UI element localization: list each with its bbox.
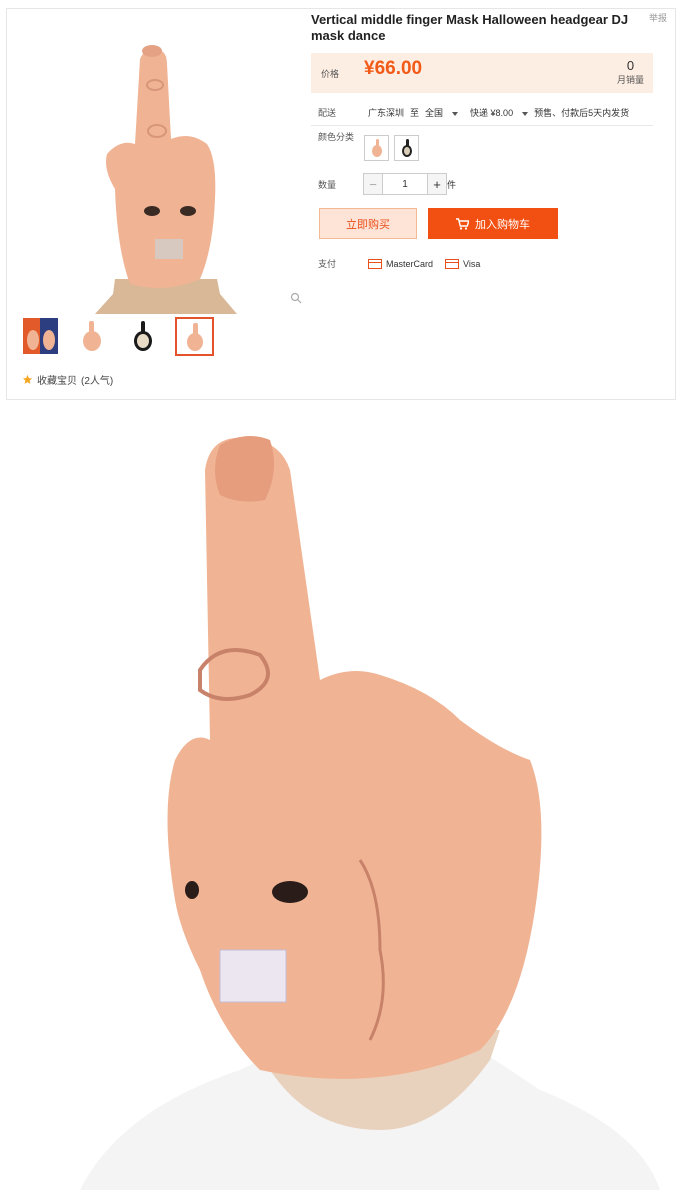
price-label: 价格: [321, 69, 340, 79]
divider: [311, 125, 653, 126]
add-to-cart-button[interactable]: 加入购物车: [428, 208, 558, 239]
shipping-destination-select[interactable]: 全国: [425, 106, 459, 119]
thumbnail-2[interactable]: [73, 317, 110, 355]
buy-now-button[interactable]: 立即购买: [319, 208, 417, 239]
add-to-cart-label: 加入购物车: [475, 218, 530, 231]
quantity-label: 数量: [318, 180, 337, 190]
shipping-to: 至: [410, 108, 420, 118]
shipping-origin: 广东深圳: [368, 108, 405, 118]
shipping-express-select[interactable]: 快递 ¥8.00: [470, 106, 529, 119]
main-product-image[interactable]: [95, 39, 237, 314]
favorite-button[interactable]: 收藏宝贝 (2人气): [22, 372, 113, 387]
price-box: 价格 ¥66.00 0 月销量: [311, 53, 653, 93]
star-icon: [22, 374, 33, 384]
thumbnail-strip: [22, 317, 214, 356]
product-detail-image: [80, 436, 660, 1190]
credit-card-icon: [445, 258, 460, 269]
color-option-black[interactable]: [394, 135, 419, 161]
quantity-increase-button[interactable]: +: [428, 174, 446, 194]
payment-label: 支付: [318, 259, 337, 269]
payment-mastercard[interactable]: MasterCard: [368, 258, 433, 269]
shipping-note: 预售、付款后5天内发货: [534, 108, 630, 118]
chevron-down-icon: [522, 111, 529, 116]
zoom-icon[interactable]: [290, 292, 302, 304]
monthly-sales-label: 月销量: [616, 75, 644, 85]
color-label: 颜色分类: [318, 132, 355, 142]
product-title: Vertical middle finger Mask Halloween he…: [311, 12, 629, 43]
favorite-label: 收藏宝贝: [37, 376, 77, 387]
payment-visa[interactable]: Visa: [445, 258, 480, 269]
thumbnail-1[interactable]: [22, 317, 59, 355]
monthly-sales: 0 月销量: [617, 58, 644, 86]
shipping-label: 配送: [318, 108, 337, 118]
thumbnail-3[interactable]: [124, 317, 161, 355]
quantity-stepper: − 1 +: [363, 173, 447, 195]
color-option-flesh[interactable]: [364, 135, 389, 161]
color-options: [364, 135, 419, 161]
quantity-decrease-button[interactable]: −: [364, 174, 382, 194]
quantity-unit: 件: [447, 180, 457, 190]
payment-row: 支付 MasterCard Visa: [318, 257, 492, 270]
shipping-row: 配送 广东深圳 至 全国 快递 ¥8.00 预售、付款后5天内发货: [318, 106, 654, 119]
cart-icon: [456, 217, 469, 230]
thumbnail-4-selected[interactable]: [175, 317, 214, 356]
quantity-input[interactable]: 1: [382, 174, 428, 194]
credit-card-icon: [368, 258, 382, 269]
chevron-down-icon: [452, 111, 459, 116]
monthly-sales-value: 0: [626, 58, 635, 73]
favorite-count: (2人气): [81, 376, 114, 387]
price-value: ¥66.00: [364, 58, 423, 79]
